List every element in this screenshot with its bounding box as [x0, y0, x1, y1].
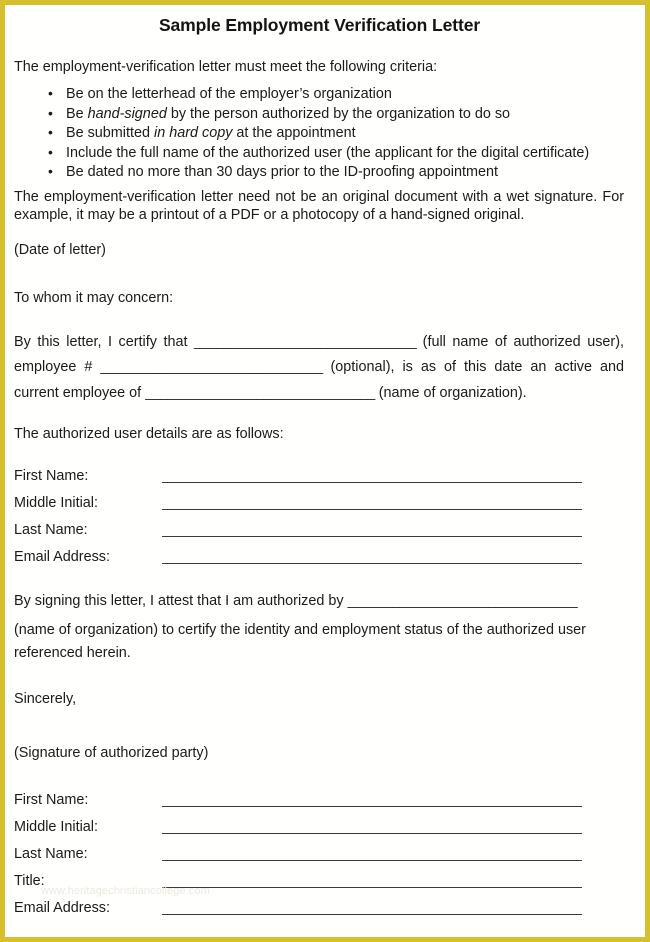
field-rule — [162, 806, 582, 808]
field-label: Email Address: — [14, 549, 110, 566]
attest-line: By signing this letter, I attest that I … — [14, 593, 631, 609]
signature-placeholder: (Signature of authorized party) — [14, 744, 209, 761]
criteria-text-pre: Be dated no more than 30 days prior to t… — [66, 164, 498, 181]
field-rule — [162, 536, 582, 538]
note-paragraph: The employment-verification letter need … — [14, 188, 624, 224]
blank-employee-number[interactable]: ______________________________ — [100, 359, 323, 375]
field-label: Email Address: — [14, 900, 110, 917]
field-rule — [162, 860, 582, 862]
field-rule — [162, 914, 582, 916]
salutation: To whom it may concern: — [14, 289, 174, 306]
document-page: Sample Employment Verification Letter Th… — [0, 0, 650, 942]
intro-paragraph: The employment-verification letter must … — [14, 59, 438, 75]
field-label: Middle Initial: — [14, 495, 98, 512]
signer-input-middle-initial[interactable] — [162, 810, 582, 837]
criteria-text-pre: Be submitted — [66, 125, 154, 142]
signer-input-title[interactable] — [162, 864, 582, 891]
criteria-text-post: at the appointment — [232, 125, 356, 142]
signer-input-first-name[interactable] — [162, 783, 582, 810]
list-item: Be hand-signed by the person authorized … — [14, 104, 631, 125]
list-item: Be submitted in hard copy at the appoint… — [14, 123, 631, 144]
certify-part-1: By this letter, I certify that — [14, 333, 195, 350]
field-rule — [162, 563, 582, 565]
criteria-text-pre: Be — [66, 105, 88, 122]
list-item: Include the full name of the authorized … — [14, 143, 631, 164]
blank-full-name[interactable]: ______________________________ — [194, 334, 417, 350]
page-title: Sample Employment Verification Letter — [158, 15, 481, 35]
criteria-list: Be on the letterhead of the employer’s o… — [14, 84, 631, 183]
list-item: Be dated no more than 30 days prior to t… — [14, 162, 631, 183]
table-row: Email Address: — [14, 891, 582, 918]
field-rule — [162, 887, 582, 889]
field-label: Last Name: — [14, 522, 88, 539]
criteria-text-post: by the person authorized by the organiza… — [166, 105, 511, 122]
table-row: Last Name: — [14, 513, 582, 540]
field-rule — [162, 482, 582, 484]
criteria-text-pre: Be on the letterhead of the employer’s o… — [66, 85, 392, 102]
field-label: First Name: — [14, 468, 89, 485]
authorized-user-fields: First Name: Middle Initial: Last Name: E… — [14, 459, 582, 567]
field-input-first-name[interactable] — [162, 459, 582, 486]
criteria-text-emphasis: hand-signed — [87, 105, 167, 122]
field-rule — [162, 509, 582, 511]
closing: Sincerely, — [14, 690, 77, 707]
field-label: First Name: — [14, 792, 89, 809]
field-input-email-address[interactable] — [162, 540, 582, 567]
table-row: First Name: — [14, 783, 582, 810]
list-item: Be on the letterhead of the employer’s o… — [14, 84, 631, 105]
criteria-text-pre: Include the full name of the authorized … — [66, 144, 590, 161]
table-row: Last Name: — [14, 837, 582, 864]
signer-input-last-name[interactable] — [162, 837, 582, 864]
field-input-last-name[interactable] — [162, 513, 582, 540]
signer-fields: First Name: Middle Initial: Last Name: T… — [14, 783, 582, 918]
blank-attest-organization[interactable]: _______________________________ — [348, 593, 578, 609]
certify-paragraph: By this letter, I certify that _________… — [14, 330, 631, 406]
blank-organization-name[interactable]: _______________________________ — [145, 385, 375, 401]
date-placeholder: (Date of letter) — [14, 242, 106, 259]
table-row: Middle Initial: — [14, 486, 582, 513]
table-row: Title: — [14, 864, 582, 891]
details-heading: The authorized user details are as follo… — [14, 426, 284, 443]
document-body: Sample Employment Verification Letter Th… — [5, 5, 645, 937]
table-row: Email Address: — [14, 540, 582, 567]
signer-input-email-address[interactable] — [162, 891, 582, 918]
attest-paragraph: (name of organization) to certify the id… — [14, 622, 586, 662]
field-label: Last Name: — [14, 846, 88, 863]
field-rule — [162, 833, 582, 835]
certify-part-4: (name of organization). — [374, 384, 527, 401]
field-input-middle-initial[interactable] — [162, 486, 582, 513]
table-row: Middle Initial: — [14, 810, 582, 837]
attest-part-1: By signing this letter, I attest that I … — [14, 593, 348, 610]
field-label: Title: — [14, 873, 45, 890]
criteria-text-emphasis: in hard copy — [154, 125, 233, 142]
table-row: First Name: — [14, 459, 582, 486]
field-label: Middle Initial: — [14, 819, 98, 836]
